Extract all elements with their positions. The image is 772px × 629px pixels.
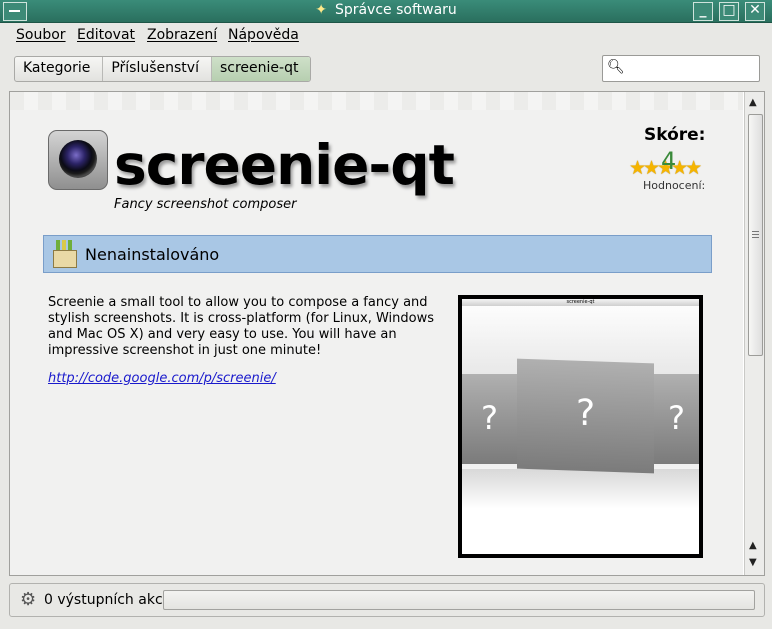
maximize-icon: □ bbox=[722, 2, 736, 18]
package-icon bbox=[51, 240, 77, 268]
maximize-button[interactable]: □ bbox=[719, 2, 739, 21]
screenshot-panel-right: ? bbox=[654, 374, 699, 464]
install-status-bar: Nenainstalováno bbox=[43, 235, 712, 273]
minimize-icon: _ bbox=[699, 2, 707, 18]
vertical-scrollbar[interactable]: ▲ ▲ ▼ bbox=[744, 92, 764, 575]
install-status-text: Nenainstalováno bbox=[85, 245, 220, 264]
menu-soubor[interactable]: Soubor bbox=[16, 27, 66, 43]
menu-editovat[interactable]: Editovat bbox=[77, 27, 135, 43]
breadcrumb-prislusenstvi[interactable]: Příslušenství bbox=[103, 57, 212, 81]
search-icon: 🔍︎ bbox=[607, 59, 625, 75]
scroll-up-arrow-icon[interactable]: ▲ bbox=[749, 97, 757, 108]
status-bar: ⚙ 0 výstupních akcí bbox=[9, 583, 765, 617]
title-bar: ✦ Správce softwaru _ □ ✕ bbox=[0, 0, 772, 23]
window-title-text: Správce softwaru bbox=[334, 2, 457, 18]
screenshot-panel-center: ? bbox=[517, 358, 654, 474]
gear-icon: ⚙ bbox=[20, 589, 37, 610]
details-scroll-area: screenie-qt Fancy screenshot composer Sk… bbox=[10, 92, 743, 575]
scroll-up-arrow-icon-bottom[interactable]: ▲ bbox=[749, 540, 757, 551]
app-title: screenie-qt bbox=[114, 133, 455, 197]
menu-napoveda[interactable]: Nápověda bbox=[228, 27, 299, 43]
menu-bar: Soubor Editovat Zobrazení Nápověda bbox=[0, 23, 772, 47]
score-label: Skóre: bbox=[644, 125, 706, 145]
window-title: ✦ Správce softwaru bbox=[0, 2, 772, 18]
close-button[interactable]: ✕ bbox=[745, 2, 765, 21]
scrollbar-thumb[interactable] bbox=[748, 114, 763, 356]
app-summary: Fancy screenshot composer bbox=[114, 197, 297, 212]
close-icon: ✕ bbox=[749, 2, 761, 18]
rating-label: Hodnocení: bbox=[643, 179, 706, 192]
actions-status-text: 0 výstupních akcí bbox=[44, 592, 167, 608]
app-star-icon: ✦ bbox=[315, 2, 327, 18]
search-input[interactable]: 🔍︎ bbox=[602, 55, 760, 82]
camera-app-icon bbox=[48, 130, 108, 190]
screenshot-title: screenie-qt bbox=[462, 299, 699, 306]
scroll-down-arrow-icon[interactable]: ▼ bbox=[749, 557, 757, 568]
score-value: 4 bbox=[661, 147, 677, 175]
app-homepage-link[interactable]: http://code.google.com/p/screenie/ bbox=[48, 371, 276, 386]
progress-bar bbox=[163, 590, 755, 610]
navigation-bar: Kategorie Příslušenství screenie-qt 🔍︎ bbox=[0, 50, 772, 86]
app-description: Screenie a small tool to allow you to co… bbox=[48, 295, 434, 358]
minimize-button[interactable]: _ bbox=[693, 2, 713, 21]
app-screenshot[interactable]: screenie-qt ? ? ? bbox=[458, 295, 703, 558]
menu-zobrazeni[interactable]: Zobrazení bbox=[147, 27, 217, 43]
breadcrumb: Kategorie Příslušenství screenie-qt bbox=[14, 56, 312, 82]
screenshot-panel-left: ? bbox=[462, 374, 517, 464]
breadcrumb-kategorie[interactable]: Kategorie bbox=[15, 57, 104, 81]
details-pane: screenie-qt Fancy screenshot composer Sk… bbox=[9, 91, 765, 576]
breadcrumb-current[interactable]: screenie-qt bbox=[211, 57, 311, 81]
